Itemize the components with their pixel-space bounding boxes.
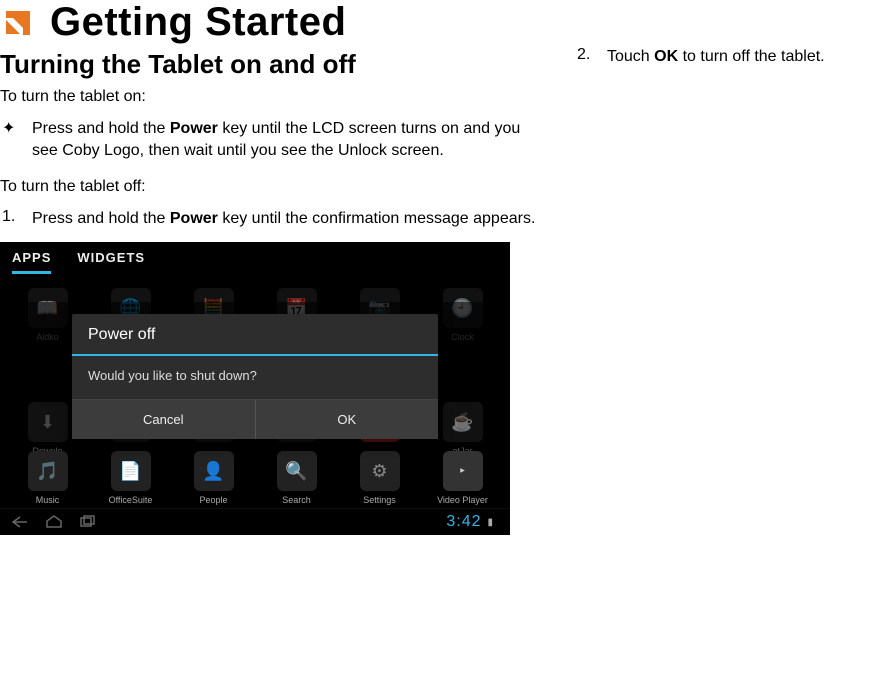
app-icon[interactable]: ▶Video Player	[428, 451, 498, 505]
chapter-arrow-icon	[0, 5, 36, 41]
step1-pre: Press and hold the	[32, 210, 170, 227]
app-icon[interactable]: 👤People	[179, 451, 249, 505]
dialog-title: Power off	[72, 314, 438, 356]
recents-icon[interactable]	[78, 515, 98, 529]
tablet-screenshot: APPS WIDGETS 📖Aldko 🌐 🧮 📅 📷 🕘Clock ⬇Down…	[0, 242, 510, 535]
clock-text: 3:42	[446, 513, 481, 531]
ok-button[interactable]: OK	[256, 400, 439, 439]
app-icon[interactable]: ⚙Settings	[345, 451, 415, 505]
app-icon[interactable]: 📄OfficeSuite	[96, 451, 166, 505]
app-icon[interactable]: 🔍Search	[262, 451, 332, 505]
step2-bold: OK	[654, 48, 678, 65]
tab-widgets[interactable]: WIDGETS	[77, 250, 145, 274]
diamond-bullet-icon: ✦	[0, 118, 32, 163]
step-1-number: 1.	[0, 208, 32, 230]
section-title: Turning the Tablet on and off	[0, 49, 545, 80]
step-2-number: 2.	[575, 46, 607, 68]
wifi-icon: ▮	[487, 517, 494, 528]
bullet-text-bold: Power	[170, 120, 218, 137]
intro-off: To turn the tablet off:	[0, 176, 545, 198]
bullet-text-pre: Press and hold the	[32, 120, 170, 137]
app-icon[interactable]: 🎵Music	[13, 451, 83, 505]
step-1: 1. Press and hold the Power key until th…	[0, 208, 545, 230]
dialog-message: Would you like to shut down?	[72, 356, 438, 399]
tab-apps[interactable]: APPS	[12, 250, 51, 274]
chapter-title: Getting Started	[50, 0, 346, 45]
step1-bold: Power	[170, 210, 218, 227]
bullet-turn-on: ✦ Press and hold the Power key until the…	[0, 118, 545, 163]
home-icon[interactable]	[44, 515, 64, 529]
app-icon[interactable]: ☕etJar	[428, 402, 498, 456]
step1-post: key until the confirmation message appea…	[218, 210, 536, 227]
android-navbar: 3:42 ▮	[0, 508, 510, 535]
cancel-button[interactable]: Cancel	[72, 400, 256, 439]
step2-post: to turn off the tablet.	[678, 48, 824, 65]
step2-pre: Touch	[607, 48, 654, 65]
step-2: 2. Touch OK to turn off the tablet.	[575, 46, 870, 68]
intro-on: To turn the tablet on:	[0, 86, 545, 108]
power-off-dialog: Power off Would you like to shut down? C…	[72, 314, 438, 439]
back-icon[interactable]	[10, 515, 30, 529]
